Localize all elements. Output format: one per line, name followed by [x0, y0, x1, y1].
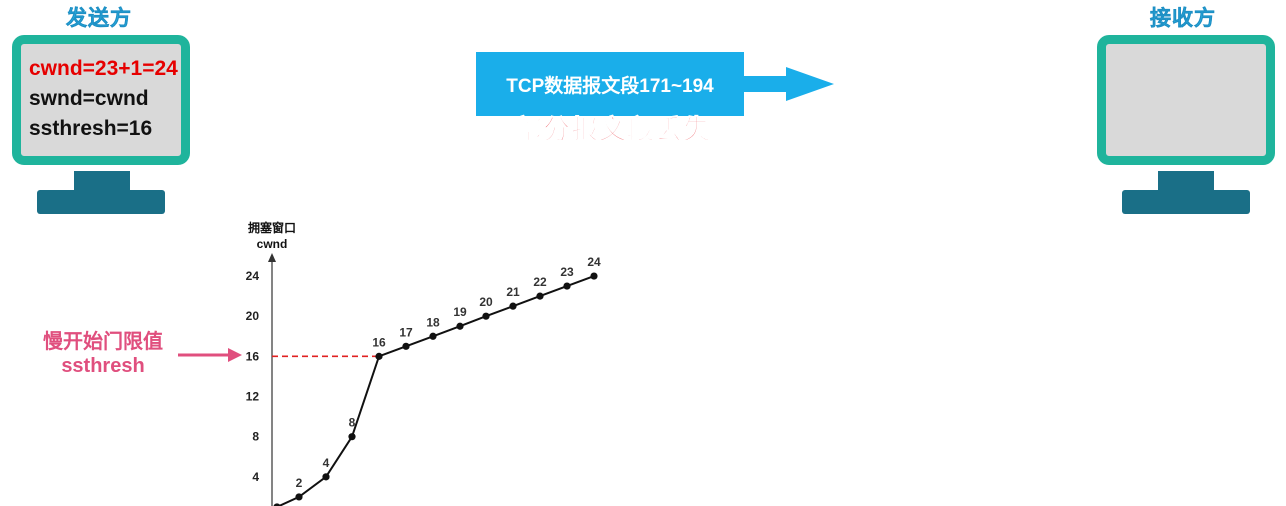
cwnd-point-4 [375, 352, 383, 360]
y-tick-label-8: 8 [252, 430, 259, 444]
y-tick-label-20: 20 [246, 309, 260, 323]
cwnd-point-label-9: 21 [506, 285, 520, 299]
cwnd-point-label-6: 18 [426, 315, 440, 329]
cwnd-point-label-1: 2 [296, 476, 303, 490]
cwnd-point-label-5: 17 [399, 325, 413, 339]
cwnd-line [276, 275, 595, 506]
cwnd-point-9 [509, 302, 517, 310]
cwnd-point-7 [456, 322, 464, 330]
cwnd-point-label-12: 24 [587, 255, 601, 269]
chart-ylabel-cwnd: cwnd [257, 237, 288, 251]
cwnd-chart: 拥塞窗口 cwnd 4812162024 2481617181920212223… [246, 220, 601, 506]
cwnd-point-1 [295, 493, 303, 501]
cwnd-point-label-7: 19 [453, 305, 467, 319]
cwnd-point-6 [429, 332, 437, 340]
y-tick-label-16: 16 [246, 349, 260, 363]
y-tick-label-12: 12 [246, 390, 260, 404]
cwnd-point-3 [348, 433, 356, 441]
cwnd-point-5 [402, 342, 410, 350]
chart-ylabel: 拥塞窗口 [248, 220, 296, 235]
cwnd-point-label-3: 8 [349, 416, 356, 430]
cwnd-point-11 [563, 282, 571, 290]
y-tick-label-24: 24 [246, 269, 260, 283]
cwnd-point-label-10: 22 [533, 275, 547, 289]
cwnd-point-2 [322, 473, 330, 481]
cwnd-point-label-4: 16 [372, 335, 386, 349]
cwnd-point-label-8: 20 [479, 295, 493, 309]
chart-y-axis-arrow-icon [268, 253, 276, 262]
y-tick-label-4: 4 [252, 470, 259, 484]
cwnd-point-label-11: 23 [560, 265, 574, 279]
cwnd-point-8 [482, 312, 490, 320]
cwnd-point-10 [536, 292, 544, 300]
cwnd-point-label-2: 4 [323, 456, 330, 470]
cwnd-point-12 [590, 272, 598, 280]
